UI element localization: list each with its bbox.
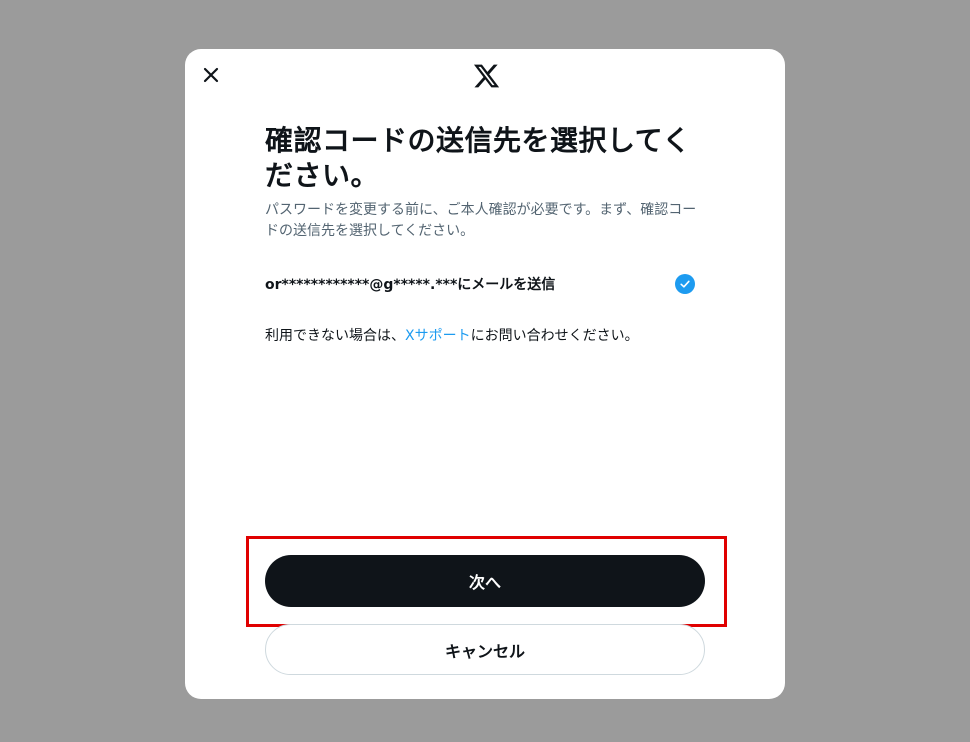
dialog-title: 確認コードの送信先を選択してください。 [265, 124, 691, 192]
close-icon [203, 67, 219, 83]
email-option[interactable]: or************@g*****.***にメールを送信 [265, 272, 695, 296]
dialog-subtitle: パスワードを変更する前に、ご本人確認が必要です。まず、確認コードの送信先を選択し… [265, 202, 697, 239]
x-logo-icon [472, 62, 501, 90]
cancel-button[interactable]: キャンセル [265, 624, 705, 675]
help-prefix: 利用できない場合は、 [265, 328, 405, 344]
close-button[interactable] [199, 63, 223, 87]
verification-dialog: 確認コードの送信先を選択してください。 パスワードを変更する前に、ご本人確認が必… [185, 49, 785, 699]
x-support-link[interactable]: Xサポート [405, 328, 471, 344]
help-suffix: にお問い合わせください。 [470, 328, 639, 344]
help-text: 利用できない場合は、Xサポートにお問い合わせください。 [265, 326, 705, 346]
next-button[interactable]: 次へ [265, 555, 705, 607]
email-option-label: or************@g*****.***にメールを送信 [265, 277, 556, 293]
dialog-content: 確認コードの送信先を選択してください。 パスワードを変更する前に、ご本人確認が必… [265, 123, 705, 344]
check-circle-icon[interactable] [675, 274, 695, 294]
